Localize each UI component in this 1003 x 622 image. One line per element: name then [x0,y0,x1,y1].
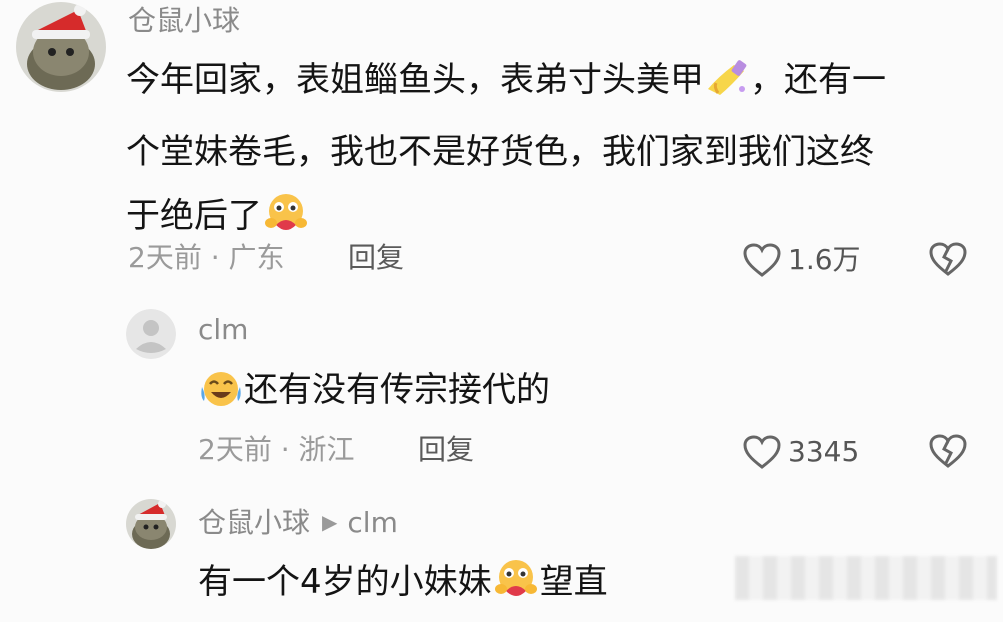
watermark-blur [735,556,997,600]
user-avatar-default[interactable] [126,309,176,359]
nail-polish-emoji [704,56,750,120]
like-button[interactable]: 3345 [742,434,859,470]
broken-heart-icon [929,242,967,276]
comment-meta: 2天前 · 广东 [128,241,285,274]
comment-username: 仓鼠小球 ▶ clm [198,509,398,537]
broken-heart-icon [929,434,967,468]
heart-outline-icon [743,243,781,277]
dislike-button[interactable] [928,433,968,473]
heart-outline-icon [743,435,781,469]
comment-text-line: 望直 [539,562,608,602]
comment-text: 今年回家，表姐鲻鱼头，表弟寸头美甲 ，还有一 个堂妹卷毛，我也不是好货色，我们家到… [126,48,886,256]
reply-target[interactable]: clm [347,506,397,539]
comment-meta: 2天前 · 浙江 [198,433,355,466]
reply-arrow-icon: ▶ [322,510,338,534]
comment-text: 有一个4岁的小妹妹 望直 [198,550,608,622]
reply-button[interactable]: 回复 [418,436,474,464]
hugging-face-emoji [492,557,540,622]
like-button[interactable]: 1.6万 [742,242,861,278]
user-avatar[interactable] [126,499,176,549]
comment-text-line: 于绝后了 [126,196,262,236]
comment-username[interactable]: 仓鼠小球 [128,7,240,35]
comment-username[interactable]: clm [198,316,248,344]
reply-button[interactable]: 回复 [348,244,404,272]
comment-text-line: 有一个4岁的小妹妹 [198,562,492,602]
like-count: 3345 [788,435,860,468]
comment-text-line: 个堂妹卷毛，我也不是好货色，我们家到我们这终 [126,132,874,172]
comment-text-line: 今年回家，表姐鲻鱼头，表弟寸头美甲 [126,60,704,100]
like-count: 1.6万 [788,243,861,276]
laughing-crying-emoji [198,366,244,430]
comment-text-line: 还有没有传宗接代的 [244,370,550,410]
comment-text-line: ，还有一 [750,60,886,100]
comment-text: 还有没有传宗接代的 [198,358,550,430]
user-avatar[interactable] [16,2,106,92]
reply-author[interactable]: 仓鼠小球 [198,506,310,539]
dislike-button[interactable] [928,241,968,281]
